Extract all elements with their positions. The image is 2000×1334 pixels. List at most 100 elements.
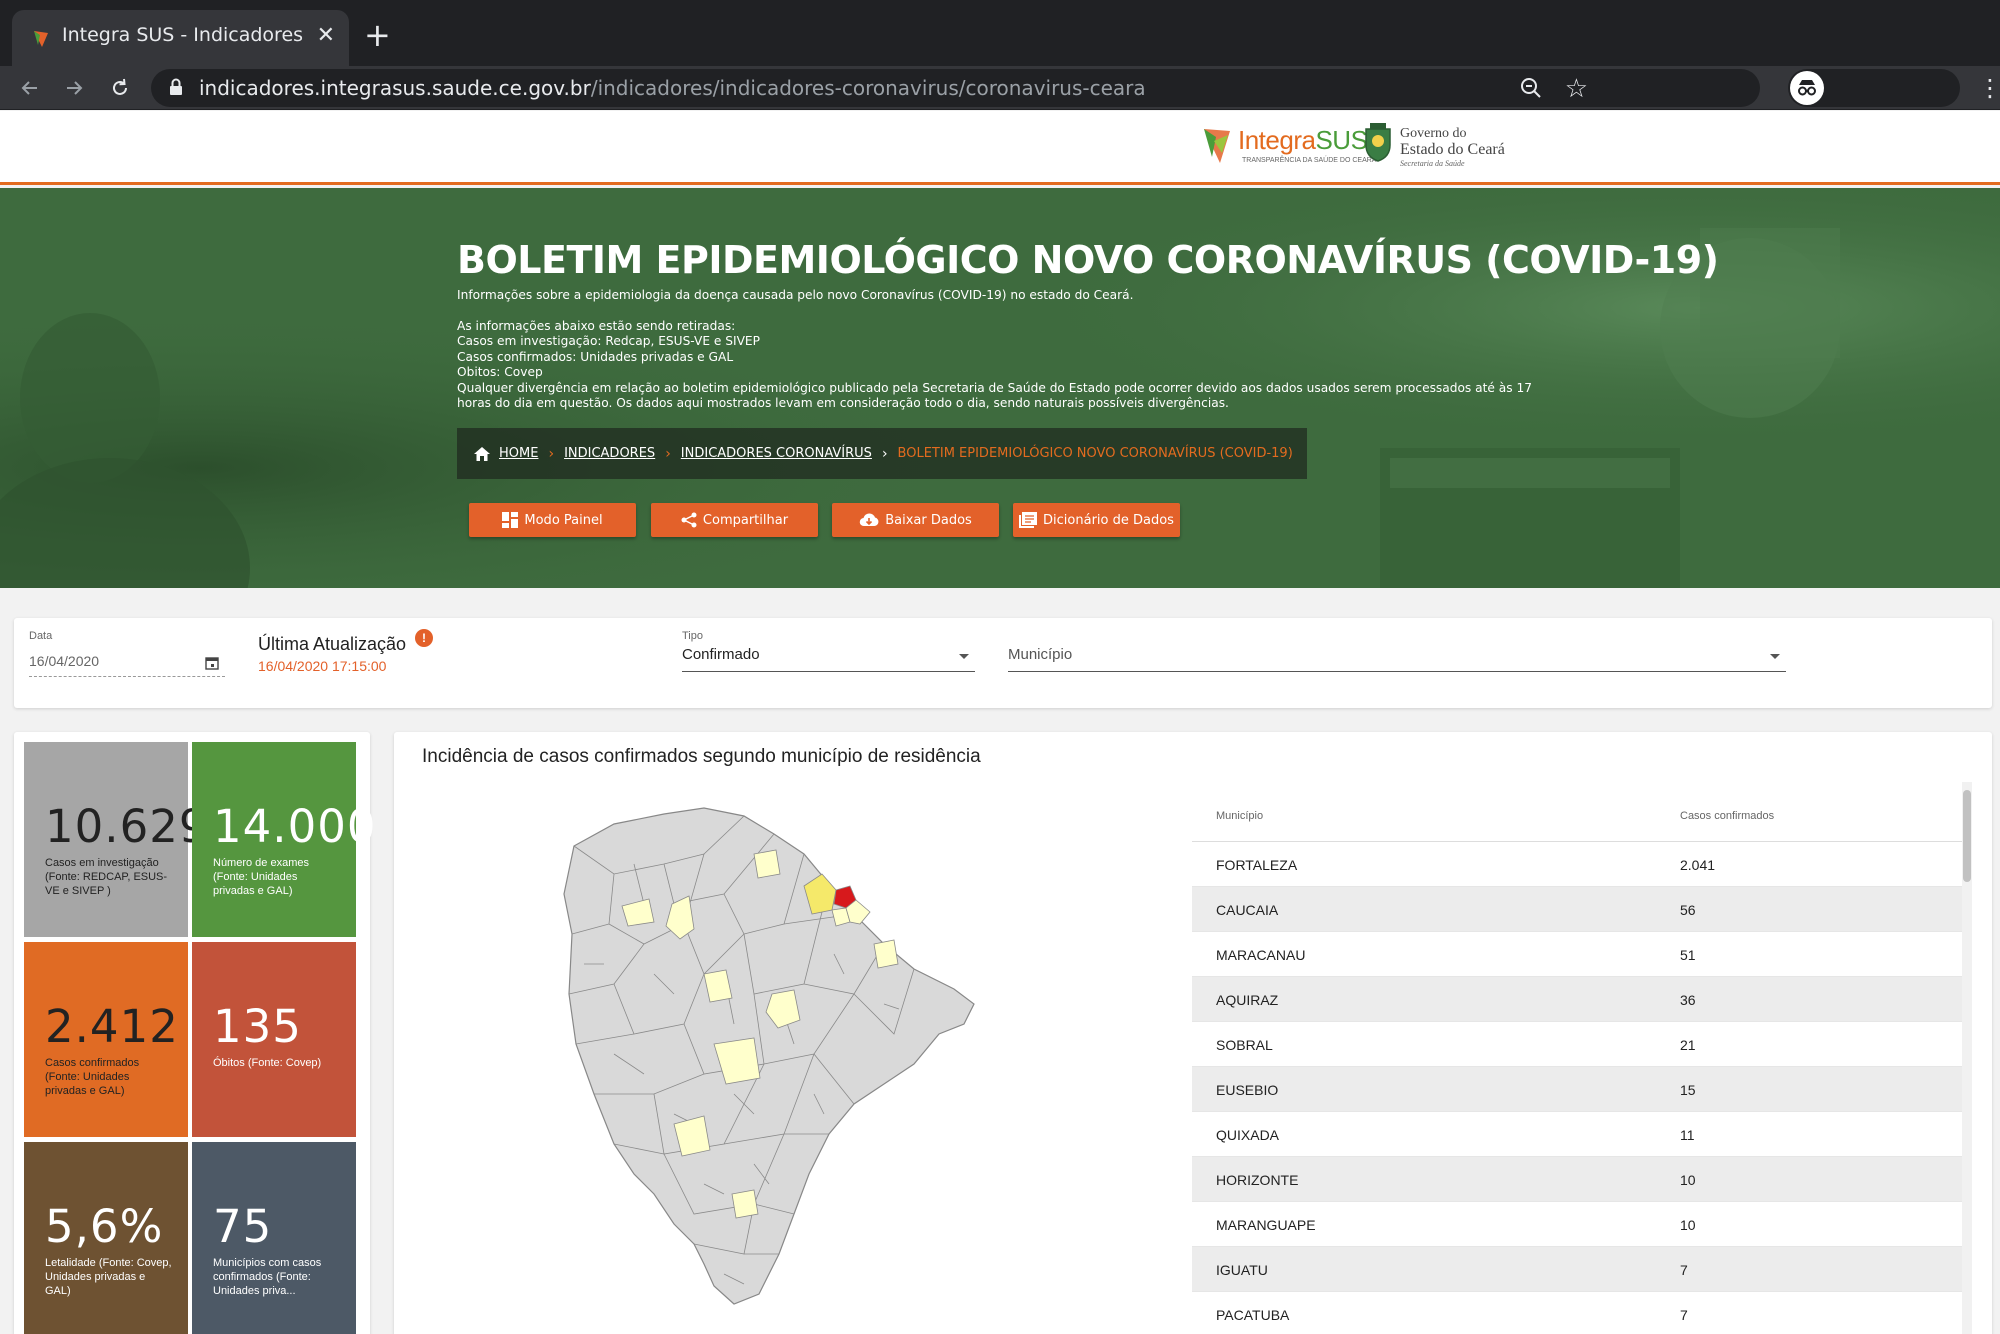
zoom-icon[interactable] [1518,75,1544,101]
info-icon[interactable]: ! [415,629,433,647]
share-button[interactable]: Compartilhar [651,503,818,537]
integrasus-tagline: TRANSPARÊNCIA DA SAÚDE DO CEARÁ [1242,157,1377,164]
type-select-value: Confirmado [682,646,760,663]
browser-tab[interactable]: Integra SUS - Indicadores ✕ [12,10,349,66]
last-update-value: 16/04/2020 17:15:00 [258,658,387,674]
source-deaths: Obitos: Covep [457,365,543,379]
table-header: Município Casos confirmados [1192,788,1970,842]
stat-label: Municípios com casos confirmados (Fonte:… [213,1257,322,1297]
panel-mode-button[interactable]: Modo Painel [469,503,636,537]
tab-close-icon[interactable]: ✕ [317,22,335,50]
table-row[interactable]: MARACANAU 51 [1192,932,1970,977]
cloud-download-icon [859,513,879,527]
table-row[interactable]: HORIZONTE 10 [1192,1157,1970,1202]
type-label: Tipo [682,630,703,642]
data-dictionary-button[interactable]: Dicionário de Dados [1013,503,1180,537]
map-state-outline [563,807,975,1305]
map-region-north[interactable] [753,849,781,879]
cell-municipality: FORTALEZA [1216,857,1298,873]
column-confirmed[interactable]: Casos confirmados [1680,810,1774,822]
cell-municipality: SOBRAL [1216,1037,1273,1053]
breadcrumb-indicadores[interactable]: INDICADORES [564,446,655,461]
book-icon [1019,512,1038,528]
download-data-button[interactable]: Baixar Dados [832,503,999,537]
calendar-icon[interactable] [205,656,219,670]
address-bar[interactable]: indicadores.integrasus.saude.ce.gov.br/i… [151,69,1760,107]
table-row[interactable]: IGUATU 7 [1192,1247,1970,1292]
ceara-coat-of-arms-icon [1365,123,1391,162]
cell-municipality: AQUIRAZ [1216,992,1279,1008]
cell-confirmed: 10 [1680,1217,1696,1233]
table-row[interactable]: SOBRAL 21 [1192,1022,1970,1067]
cell-confirmed: 7 [1680,1307,1688,1323]
incognito-profile-button[interactable] [1788,69,1960,107]
cell-confirmed: 56 [1680,902,1696,918]
chevron-right-icon: › [665,445,671,462]
breadcrumb-indicadores-coronavirus[interactable]: INDICADORES CORONAVÍRUS [681,446,872,461]
cell-municipality: CAUCAIA [1216,902,1279,918]
table-scrollbar[interactable] [1962,782,1972,1334]
cell-confirmed: 11 [1680,1127,1695,1143]
map-region-east[interactable] [873,939,899,969]
ceara-choropleth-map[interactable] [554,794,994,1314]
download-label: Baixar Dados [885,512,972,528]
table-row[interactable]: QUIXADA 11 [1192,1112,1970,1157]
browser-tabstrip: Integra SUS - Indicadores ✕ + [0,0,2000,66]
type-select[interactable]: Confirmado [682,646,975,672]
gov-line1: Governo do [1400,126,1467,141]
source-confirmed: Casos confirmados: Unidades privadas e G… [457,349,734,364]
stat-label: Casos confirmados (Fonte: Unidades priva… [45,1057,140,1097]
hero-description: Informações sobre a epidemiologia da doe… [457,288,1567,412]
chevron-down-icon [1770,654,1780,659]
breadcrumb-home[interactable]: HOME [499,446,538,461]
browser-toolbar: indicadores.integrasus.saude.ce.gov.br/i… [0,66,2000,110]
map-region-south[interactable] [731,1189,759,1219]
stat-value: 5,6% [45,1200,164,1253]
share-label: Compartilhar [702,512,789,528]
incognito-icon [1790,71,1824,105]
filter-bar: Data 16/04/2020 Última Atualização ! 16/… [14,618,1992,708]
date-input[interactable]: 16/04/2020 [29,653,99,669]
column-municipality[interactable]: Município [1216,810,1263,822]
bookmark-star-icon[interactable]: ☆ [1565,74,1588,102]
table-row[interactable]: EUSEBIO 15 [1192,1067,1970,1112]
governo-ceara-logo[interactable]: Governo do Estado do Ceará Secretaria da… [1362,117,1522,175]
cell-confirmed: 10 [1680,1172,1696,1188]
table-row[interactable]: AQUIRAZ 36 [1192,977,1970,1022]
chevron-right-icon: › [548,445,555,462]
scrollbar-thumb[interactable] [1963,790,1971,882]
back-arrow-icon[interactable] [14,72,46,104]
breadcrumb-current: BOLETIM EPIDEMIOLÓGICO NOVO CORONAVÍRUS … [897,446,1293,461]
table-row[interactable]: FORTALEZA 2.041 [1192,842,1970,887]
cell-municipality: HORIZONTE [1216,1172,1299,1188]
cell-municipality: EUSEBIO [1216,1082,1279,1098]
cell-confirmed: 51 [1680,947,1696,963]
cell-confirmed: 15 [1680,1082,1696,1098]
table-row[interactable]: PACATUBA 7 [1192,1292,1970,1334]
dictionary-label: Dicionário de Dados [1043,512,1174,528]
dashboard-icon [502,512,519,528]
municipality-placeholder: Município [1008,646,1073,663]
home-icon[interactable] [473,446,491,462]
disclaimer: Qualquer divergência em relação ao bolet… [457,380,1532,411]
integrasus-logo[interactable]: IntegraSUS TRANSPARÊNCIA DA SAÚDE DO CEA… [1200,119,1376,171]
municipality-select[interactable]: Município [1008,646,1786,672]
table-row[interactable]: MARANGUAPE 10 [1192,1202,1970,1247]
gov-line2: Estado do Ceará [1400,141,1505,158]
reload-icon[interactable] [104,72,136,104]
forward-arrow-icon[interactable] [58,72,90,104]
browser-menu-icon[interactable]: ⋮ [1978,74,2000,102]
stats-panel: 10.629 Casos em investigação (Fonte: RED… [14,732,375,1334]
page-title: BOLETIM EPIDEMIOLÓGICO NOVO CORONAVÍRUS … [457,238,1719,282]
table-row[interactable]: CAUCAIA 56 [1192,887,1970,932]
breadcrumb: HOME › INDICADORES › INDICADORES CORONAV… [457,428,1307,479]
cell-municipality: PACATUBA [1216,1307,1290,1323]
stat-tile-municipalities: 75 Municípios com casos confirmados (Fon… [192,1142,356,1334]
stat-label: Número de exames (Fonte: Unidades privad… [213,857,309,897]
gov-line3: Secretaria da Saúde [1400,159,1465,168]
cell-municipality: MARANGUAPE [1216,1217,1316,1233]
new-tab-icon[interactable]: + [364,18,391,52]
share-icon [681,512,697,528]
stat-tile-deaths: 135 Óbitos (Fonte: Covep) [192,942,356,1137]
stat-tile-confirmed: 2.412 Casos confirmados (Fonte: Unidades… [24,942,188,1137]
